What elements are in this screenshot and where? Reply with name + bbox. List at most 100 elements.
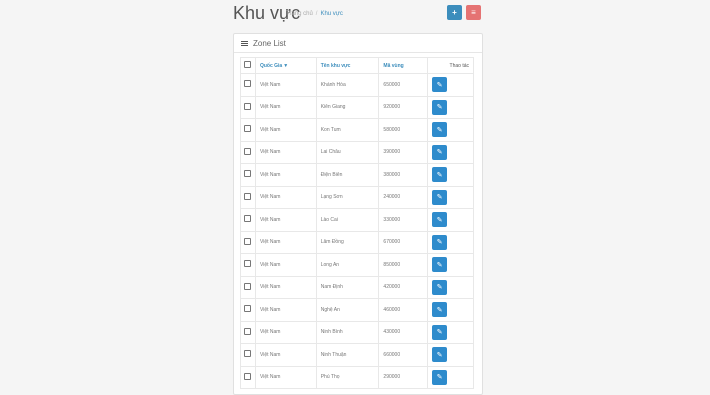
breadcrumb-home[interactable]: Trang chủ	[286, 11, 313, 17]
edit-button[interactable]: ✎	[432, 347, 448, 363]
pencil-icon: ✎	[436, 171, 443, 179]
panel-heading: Zone List	[234, 34, 482, 53]
edit-button[interactable]: ✎	[432, 167, 448, 183]
cell-zone-name: Kon Tum	[315, 118, 380, 142]
row-select-cell	[240, 253, 256, 277]
edit-button[interactable]: ✎	[432, 234, 448, 250]
cell-zone-name: Lai Châu	[315, 140, 380, 164]
cell-country: Việt Nam	[254, 298, 317, 322]
page-header: Khu vực Trang chủ / Khu vực + ≡	[233, 0, 481, 30]
edit-button[interactable]: ✎	[432, 212, 448, 228]
cell-zone-code: 670000	[378, 230, 429, 254]
pencil-icon: ✎	[436, 261, 443, 269]
column-header-zone-code[interactable]: Mã vùng	[378, 57, 429, 74]
edit-button[interactable]: ✎	[432, 99, 448, 115]
pencil-icon: ✎	[436, 104, 443, 112]
row-select-cell	[240, 208, 256, 232]
column-header-actions: Thao tác	[427, 57, 474, 74]
row-checkbox[interactable]	[244, 170, 252, 178]
row-select-cell	[240, 298, 256, 322]
select-all-checkbox[interactable]	[244, 61, 252, 68]
row-select-cell	[240, 343, 256, 367]
cell-zone-name: Lâm Đồng	[315, 230, 380, 254]
cell-zone-code: 430000	[378, 320, 429, 344]
row-select-cell	[240, 230, 256, 254]
cell-zone-name: Long An	[315, 253, 380, 277]
zone-table: Quốc Gia▼ Tên khu vực Mã vùng Thao tác V…	[240, 57, 474, 389]
column-header-zone-name[interactable]: Tên khu vực	[315, 57, 380, 74]
table-row: Việt Nam Kon Tum 580000 ✎	[240, 118, 474, 142]
cell-country: Việt Nam	[254, 95, 317, 119]
cell-zone-code: 390000	[378, 140, 429, 164]
sort-desc-icon: ▼	[283, 62, 289, 69]
cell-actions: ✎	[427, 365, 474, 389]
table-row: Việt Nam Lào Cai 330000 ✎	[240, 208, 474, 232]
add-button[interactable]: +	[447, 5, 462, 20]
row-checkbox[interactable]	[244, 80, 252, 88]
cell-actions: ✎	[427, 163, 474, 187]
table-row: Việt Nam Lai Châu 390000 ✎	[240, 140, 474, 164]
table-row: Việt Nam Khánh Hòa 650000 ✎	[240, 73, 474, 97]
table-row: Việt Nam Kiên Giang 920000 ✎	[240, 95, 474, 119]
select-all-cell	[240, 57, 256, 74]
cell-zone-code: 420000	[378, 275, 429, 299]
column-header-country-label: Quốc Gia	[259, 62, 283, 69]
row-checkbox[interactable]	[244, 372, 252, 380]
table-row: Việt Nam Điện Biên 380000 ✎	[240, 163, 474, 187]
row-select-cell	[240, 140, 256, 164]
edit-button[interactable]: ✎	[432, 369, 448, 385]
edit-button[interactable]: ✎	[432, 122, 448, 138]
edit-button[interactable]: ✎	[432, 189, 448, 205]
cell-country: Việt Nam	[254, 275, 317, 299]
row-checkbox[interactable]	[244, 215, 252, 223]
edit-button[interactable]: ✎	[432, 77, 448, 93]
row-select-cell	[240, 95, 256, 119]
edit-button[interactable]: ✎	[432, 324, 448, 340]
row-checkbox[interactable]	[244, 282, 252, 290]
pencil-icon: ✎	[436, 351, 443, 359]
cell-actions: ✎	[427, 208, 474, 232]
cell-actions: ✎	[427, 95, 474, 119]
table-row: Việt Nam Lạng Sơn 240000 ✎	[240, 185, 474, 209]
pencil-icon: ✎	[436, 239, 443, 247]
delete-button[interactable]: ≡	[466, 5, 481, 20]
cell-country: Việt Nam	[254, 343, 317, 367]
row-checkbox[interactable]	[244, 192, 252, 200]
cell-country: Việt Nam	[254, 118, 317, 142]
row-checkbox[interactable]	[244, 102, 252, 110]
cell-zone-name: Lạng Sơn	[315, 185, 380, 209]
list-delete-icon: ≡	[471, 8, 476, 17]
cell-actions: ✎	[427, 298, 474, 322]
row-checkbox[interactable]	[244, 260, 252, 268]
edit-button[interactable]: ✎	[432, 302, 448, 318]
breadcrumb-current[interactable]: Khu vực	[320, 11, 342, 17]
cell-zone-code: 660000	[378, 343, 429, 367]
row-checkbox[interactable]	[244, 237, 252, 245]
cell-zone-name: Kiên Giang	[315, 95, 380, 119]
cell-country: Việt Nam	[254, 320, 317, 344]
row-checkbox[interactable]	[244, 305, 252, 313]
pencil-icon: ✎	[436, 374, 443, 382]
edit-button[interactable]: ✎	[432, 257, 448, 273]
row-checkbox[interactable]	[244, 327, 252, 335]
edit-button[interactable]: ✎	[432, 144, 448, 160]
cell-zone-code: 580000	[378, 118, 429, 142]
row-select-cell	[240, 275, 256, 299]
row-select-cell	[240, 163, 256, 187]
column-header-country[interactable]: Quốc Gia▼	[254, 57, 317, 74]
pencil-icon: ✎	[436, 329, 443, 337]
row-select-cell	[240, 365, 256, 389]
row-checkbox[interactable]	[244, 147, 252, 155]
edit-button[interactable]: ✎	[432, 279, 448, 295]
table-row: Việt Nam Lâm Đồng 670000 ✎	[240, 230, 474, 254]
cell-country: Việt Nam	[254, 163, 317, 187]
row-checkbox[interactable]	[244, 350, 252, 358]
cell-zone-code: 850000	[378, 253, 429, 277]
cell-actions: ✎	[427, 253, 474, 277]
pencil-icon: ✎	[436, 194, 443, 202]
cell-country: Việt Nam	[254, 73, 317, 97]
row-checkbox[interactable]	[244, 125, 252, 133]
cell-country: Việt Nam	[254, 140, 317, 164]
cell-zone-name: Điện Biên	[315, 163, 380, 187]
cell-zone-code: 650000	[378, 73, 429, 97]
